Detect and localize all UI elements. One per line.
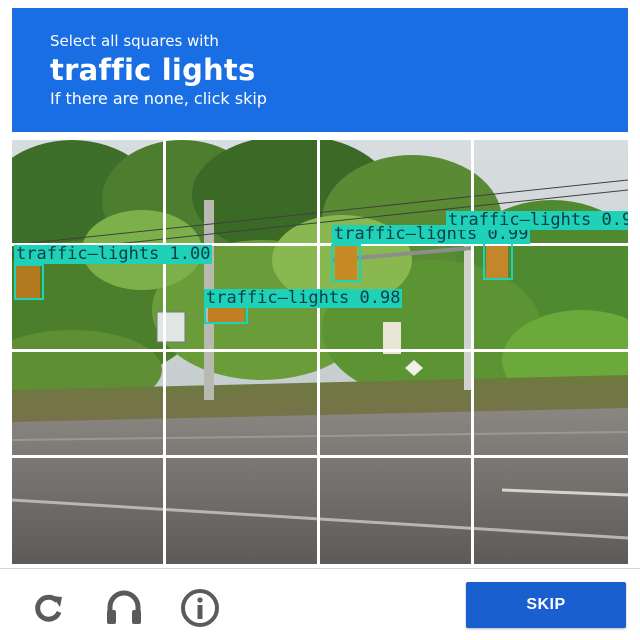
grid-tile[interactable] <box>320 352 474 458</box>
audio-headphones-icon <box>107 590 141 624</box>
grid-tile[interactable] <box>166 458 320 564</box>
grid-tile[interactable] <box>12 352 166 458</box>
grid-tile[interactable] <box>166 352 320 458</box>
tile-grid <box>12 140 628 564</box>
target-object-text: traffic lights <box>50 53 256 87</box>
audio-challenge-button[interactable] <box>102 586 146 630</box>
grid-tile[interactable] <box>12 140 166 246</box>
skip-button[interactable]: SKIP <box>466 582 626 628</box>
reload-button[interactable] <box>26 586 70 630</box>
grid-tile[interactable] <box>474 458 628 564</box>
info-icon <box>181 589 219 627</box>
grid-tile[interactable] <box>166 140 320 246</box>
grid-tile[interactable] <box>474 352 628 458</box>
detection-label: traffic—lights 0.97 <box>446 211 628 230</box>
info-button[interactable] <box>178 586 222 630</box>
footer-divider <box>0 568 640 569</box>
detection-box <box>331 244 361 282</box>
reload-icon <box>35 594 62 622</box>
detection-box <box>14 264 44 300</box>
detection-label: traffic—lights 0.98 <box>204 288 403 308</box>
detection-box <box>483 242 513 280</box>
skip-hint-text: If there are none, click skip <box>50 89 267 108</box>
image-grid: traffic—lights 1.00 traffic—lights 0.98 … <box>12 140 628 564</box>
instruction-text: Select all squares with <box>50 32 219 50</box>
detection-label: traffic—lights 1.00 <box>14 244 213 264</box>
challenge-header: Select all squares with traffic lights I… <box>12 8 628 132</box>
grid-tile[interactable] <box>12 458 166 564</box>
grid-tile[interactable] <box>320 458 474 564</box>
